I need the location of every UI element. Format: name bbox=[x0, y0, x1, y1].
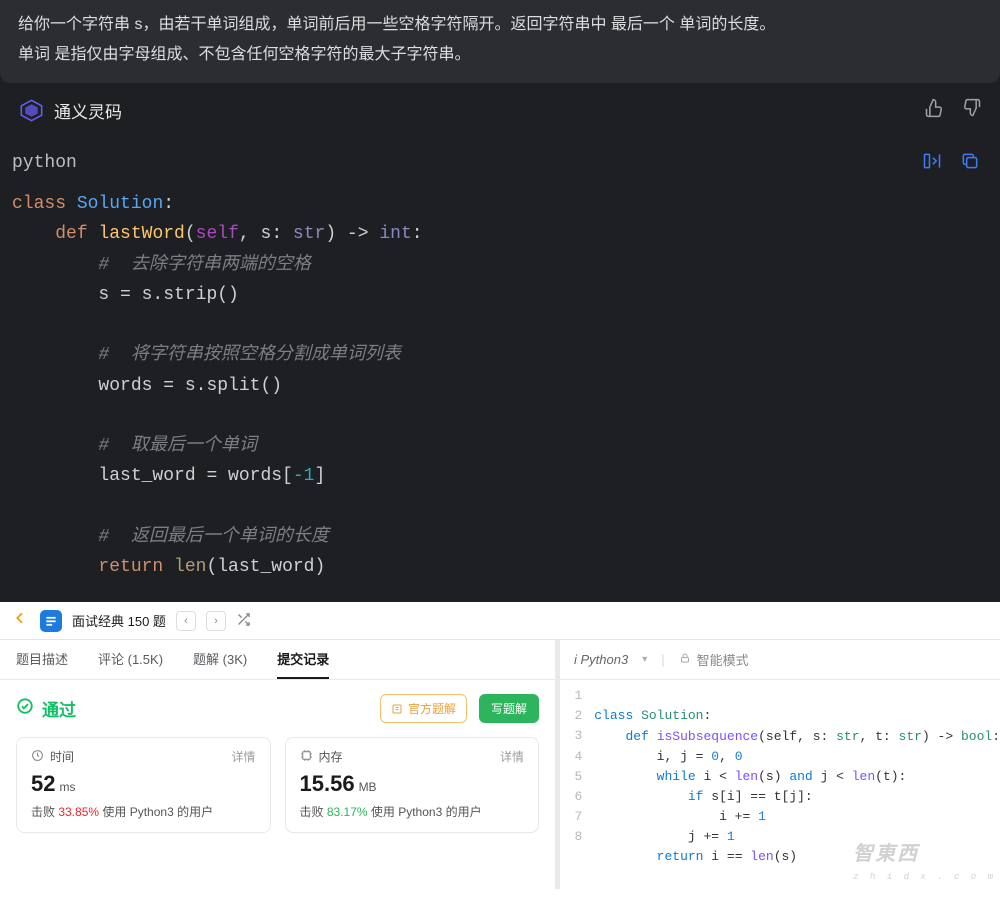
editor-code[interactable]: class Solution: def isSubsequence(self, … bbox=[588, 680, 1000, 889]
status-check-icon bbox=[16, 697, 34, 720]
status-text: 通过 bbox=[42, 696, 76, 721]
problem-description: 给你一个字符串 s，由若干单词组成，单词前后用一些空格字符隔开。返回字符串中 最… bbox=[0, 0, 1000, 83]
playlist-title[interactable]: 面试经典 150 题 bbox=[72, 611, 166, 630]
time-label: 时间 bbox=[50, 748, 74, 765]
tab-solutions[interactable]: 题解 (3K) bbox=[193, 640, 247, 679]
playlist-icon bbox=[40, 610, 62, 632]
shuffle-icon[interactable] bbox=[236, 612, 251, 630]
memory-unit: MB bbox=[359, 780, 377, 794]
problem-line-1: 给你一个字符串 s，由若干单词组成，单词前后用一些空格字符隔开。返回字符串中 最… bbox=[18, 10, 982, 40]
problem-tabs: 题目描述 评论 (1.5K) 题解 (3K) 提交记录 bbox=[0, 640, 555, 680]
memory-detail-link[interactable]: 详情 bbox=[500, 748, 524, 765]
memory-value: 15.56 bbox=[300, 771, 355, 797]
chevron-down-icon[interactable]: ▾ bbox=[642, 654, 647, 665]
memory-percent: 83.17% bbox=[327, 805, 368, 819]
next-problem-button[interactable]: › bbox=[206, 611, 226, 631]
time-value: 52 bbox=[31, 771, 55, 797]
thumbs-down-icon[interactable] bbox=[962, 98, 982, 122]
lock-icon bbox=[679, 652, 691, 667]
time-unit: ms bbox=[59, 780, 75, 794]
clock-icon bbox=[31, 749, 44, 765]
editor-mode[interactable]: 智能模式 bbox=[679, 650, 749, 669]
prev-problem-button[interactable]: ‹ bbox=[176, 611, 196, 631]
editor-language-selector[interactable]: i Python3 bbox=[574, 652, 628, 667]
problem-line-2: 单词 是指仅由字母组成、不包含任何空格字符的最大子字符串。 bbox=[18, 40, 982, 70]
time-percent: 33.85% bbox=[58, 805, 99, 819]
ai-logo-icon bbox=[18, 97, 44, 123]
memory-label: 内存 bbox=[319, 748, 343, 765]
tab-comments[interactable]: 评论 (1.5K) bbox=[98, 640, 163, 679]
code-editor[interactable]: 12345678 class Solution: def isSubsequen… bbox=[560, 680, 1000, 889]
memory-icon bbox=[300, 749, 313, 765]
time-card: 时间 详情 52 ms 击败 33.85% 使用 Python3 的用户 bbox=[16, 737, 271, 833]
copy-code-icon[interactable] bbox=[960, 151, 980, 175]
write-solution-button[interactable]: 写题解 bbox=[479, 694, 539, 723]
tab-submissions[interactable]: 提交记录 bbox=[277, 640, 329, 679]
memory-card: 内存 详情 15.56 MB 击败 83.17% 使用 Python3 的用户 bbox=[285, 737, 540, 833]
back-icon[interactable] bbox=[12, 610, 30, 631]
tab-description[interactable]: 题目描述 bbox=[16, 640, 68, 679]
line-numbers: 12345678 bbox=[560, 680, 588, 889]
official-solution-button[interactable]: 官方题解 bbox=[380, 694, 467, 723]
time-detail-link[interactable]: 详情 bbox=[231, 748, 255, 765]
ai-assistant-name: 通义灵码 bbox=[54, 98, 122, 123]
ai-generated-code[interactable]: class Solution: def lastWord(self, s: st… bbox=[0, 185, 1000, 602]
insert-code-icon[interactable] bbox=[922, 151, 942, 175]
watermark: 智東西z h i d x . c o m bbox=[853, 840, 996, 885]
code-language-label: python bbox=[12, 153, 77, 173]
thumbs-up-icon[interactable] bbox=[924, 98, 944, 122]
